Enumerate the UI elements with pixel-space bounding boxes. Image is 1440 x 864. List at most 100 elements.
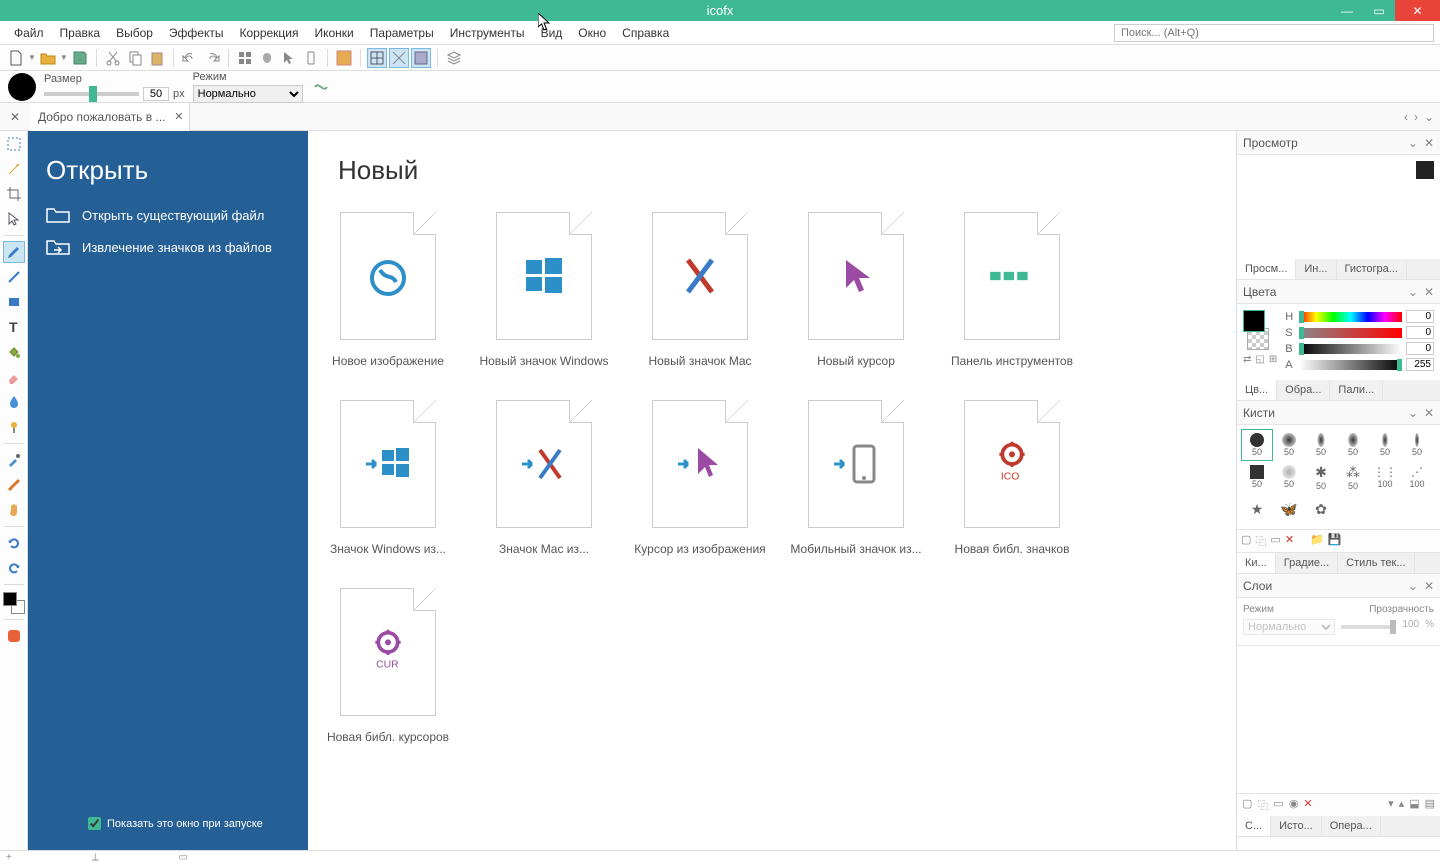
grid-toggle-2[interactable]	[389, 48, 409, 68]
layer-mask-icon[interactable]: ◉	[1289, 797, 1299, 813]
menu-tools[interactable]: Инструменты	[442, 23, 533, 43]
mode-select[interactable]: Нормально	[193, 85, 303, 103]
ptab-brushes[interactable]: Ки...	[1237, 553, 1276, 573]
new-toolbar[interactable]: Панель инструментов	[962, 212, 1062, 368]
tool-eraser[interactable]	[3, 366, 25, 388]
brush-preset[interactable]: ★	[1241, 493, 1273, 525]
undo-button[interactable]	[180, 48, 200, 68]
sat-slider[interactable]	[1299, 328, 1402, 338]
redo-button[interactable]	[202, 48, 222, 68]
ptab-actions[interactable]: Опера...	[1322, 816, 1381, 836]
menu-adjust[interactable]: Коррекция	[231, 23, 306, 43]
ptab-histogram[interactable]: Гистогра...	[1337, 259, 1407, 279]
brush-preset[interactable]: ⋰100	[1401, 461, 1433, 493]
tab-next-icon[interactable]: ›	[1414, 110, 1418, 124]
menu-icons[interactable]: Иконки	[307, 23, 362, 43]
close-button[interactable]: ✕	[1395, 0, 1440, 21]
ptab-palettes[interactable]: Пали...	[1330, 380, 1383, 400]
layer-group-icon[interactable]: ▭	[1273, 797, 1283, 813]
tool-rotate-left[interactable]	[3, 532, 25, 554]
tab-prev-icon[interactable]: ‹	[1404, 110, 1408, 124]
brush-preset[interactable]: ⁂50	[1337, 461, 1369, 493]
panel-collapse-icon[interactable]: ⌄	[1408, 579, 1418, 593]
layer-down-icon[interactable]: ▾	[1388, 797, 1394, 813]
panel-collapse-icon[interactable]: ⌄	[1408, 285, 1418, 299]
brush-dup-icon[interactable]: ⿻	[1255, 533, 1266, 549]
startup-checkbox[interactable]: Показать это окно при запуске	[88, 817, 263, 830]
layer-merge-icon[interactable]: ⬓	[1409, 797, 1419, 813]
brush-preset[interactable]: ✿	[1305, 493, 1337, 525]
brush-new-icon[interactable]: ▢	[1241, 533, 1251, 549]
ptab-colors[interactable]: Цв...	[1237, 380, 1277, 400]
tool-fill[interactable]	[3, 341, 25, 363]
size-value-input[interactable]	[143, 87, 169, 101]
alpha-value[interactable]: 255	[1406, 358, 1434, 371]
hue-slider[interactable]	[1299, 312, 1402, 322]
layer-new-icon[interactable]: ▢	[1242, 797, 1252, 813]
layer-dup-icon[interactable]: ⿻	[1257, 797, 1268, 813]
new-cursor-library[interactable]: CURНовая библ. курсоров	[338, 588, 438, 744]
brush-preset[interactable]: 50	[1241, 461, 1273, 493]
brush-preset[interactable]: 50	[1273, 429, 1305, 461]
hue-value[interactable]: 0	[1406, 310, 1434, 323]
brush-preset[interactable]: 50	[1305, 429, 1337, 461]
status-add-icon[interactable]: +	[6, 852, 12, 863]
brush-open-folder-icon[interactable]: 📁	[1310, 533, 1324, 549]
tool-gradient[interactable]	[3, 474, 25, 496]
mobile-icon-from[interactable]: Мобильный значок из...	[806, 400, 906, 556]
tool-record[interactable]	[3, 625, 25, 647]
tool-dodge[interactable]	[3, 416, 25, 438]
menu-view[interactable]: Вид	[533, 23, 571, 43]
tool-rect[interactable]	[3, 291, 25, 313]
tool-move[interactable]	[3, 208, 25, 230]
alpha-slider[interactable]	[1299, 360, 1402, 370]
panel-close-icon[interactable]: ✕	[1424, 406, 1434, 420]
layer-flatten-icon[interactable]: ▤	[1425, 797, 1435, 813]
brush-preset[interactable]: 50	[1241, 429, 1273, 461]
grid-toggle-1[interactable]	[367, 48, 387, 68]
tool-color-swatches[interactable]	[3, 592, 25, 614]
ptab-swatches[interactable]: Обра...	[1277, 380, 1330, 400]
checker-bg-button[interactable]	[334, 48, 354, 68]
new-windows-icon[interactable]: Новый значок Windows	[494, 212, 594, 368]
tool-wand[interactable]	[3, 158, 25, 180]
windows-icon-from[interactable]: Значок Windows из...	[338, 400, 438, 556]
reset-colors-icon[interactable]: ⊞	[1269, 354, 1277, 365]
brush-preset[interactable]: 🦋	[1273, 493, 1305, 525]
brush-delete-icon[interactable]: ✕	[1285, 533, 1294, 549]
action-open-file[interactable]: Открыть существующий файл	[46, 206, 290, 224]
brush-preset[interactable]: ⋮⋮100	[1369, 461, 1401, 493]
tabs-close-all[interactable]: ✕	[0, 110, 30, 124]
mac-icon-from[interactable]: Значок Mac из...	[494, 400, 594, 556]
menu-options[interactable]: Параметры	[362, 23, 442, 43]
brush-preset[interactable]: ✱50	[1305, 461, 1337, 493]
tool-blur[interactable]	[3, 391, 25, 413]
tool-text[interactable]: T	[3, 316, 25, 338]
cursor-from[interactable]: Курсор из изображения	[650, 400, 750, 556]
cursor-icon[interactable]	[279, 48, 299, 68]
menu-select[interactable]: Выбор	[108, 23, 161, 43]
tool-line[interactable]	[3, 266, 25, 288]
tab-close-icon[interactable]: ✕	[174, 110, 183, 123]
brush-preset[interactable]: 50	[1337, 429, 1369, 461]
panel-close-icon[interactable]: ✕	[1424, 579, 1434, 593]
ptab-styles[interactable]: Стиль тек...	[1338, 553, 1414, 573]
new-file-button[interactable]	[6, 48, 26, 68]
menu-help[interactable]: Справка	[614, 23, 677, 43]
mobile-icon[interactable]	[301, 48, 321, 68]
ptab-history[interactable]: Исто...	[1271, 816, 1322, 836]
maximize-button[interactable]: ▭	[1363, 0, 1395, 21]
layers-icon[interactable]	[444, 48, 464, 68]
tab-welcome[interactable]: Добро пожаловать в ... ✕	[30, 103, 190, 131]
ptab-gradients[interactable]: Градие...	[1276, 553, 1338, 573]
paste-button[interactable]	[147, 48, 167, 68]
apple-icon[interactable]	[257, 48, 277, 68]
panel-collapse-icon[interactable]: ⌄	[1408, 406, 1418, 420]
tab-menu-icon[interactable]: ⌄	[1424, 110, 1434, 124]
brush-edit-icon[interactable]: ▭	[1270, 533, 1280, 549]
color-swatch-stack[interactable]	[1243, 310, 1269, 350]
windows-icon[interactable]	[235, 48, 255, 68]
grid-toggle-3[interactable]	[411, 48, 431, 68]
minimize-button[interactable]: —	[1331, 0, 1363, 21]
open-file-button[interactable]	[38, 48, 58, 68]
